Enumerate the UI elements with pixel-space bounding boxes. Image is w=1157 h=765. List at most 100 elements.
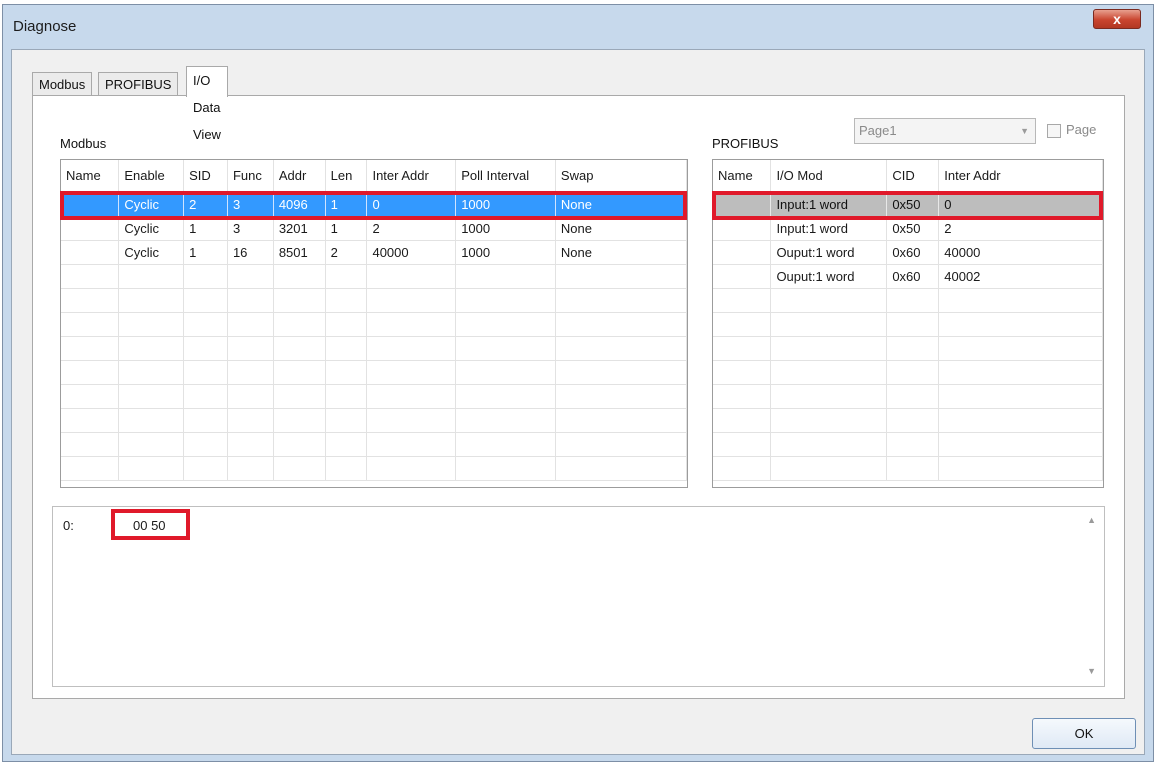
table-cell	[555, 288, 687, 313]
table-cell	[366, 432, 457, 457]
table-row[interactable]: Ouput:1 word 0x60 40000	[713, 240, 1103, 265]
ok-button[interactable]: OK	[1032, 718, 1136, 749]
tab-io-data-view[interactable]: I/O Data View	[186, 66, 228, 142]
table-cell: 1	[183, 240, 228, 265]
table-cell	[118, 312, 185, 337]
table-cell	[555, 384, 687, 409]
column-header[interactable]: Name	[713, 160, 772, 193]
table-cell	[183, 456, 228, 481]
scroll-down-icon[interactable]: ▼	[1087, 666, 1096, 676]
table-cell	[325, 360, 368, 385]
table-cell	[325, 336, 368, 361]
column-header[interactable]: Poll Interval	[455, 160, 556, 193]
table-cell	[183, 360, 228, 385]
empty-row	[61, 408, 687, 433]
close-icon[interactable]: x	[1093, 9, 1141, 29]
table-row[interactable]: Ouput:1 word 0x60 40002	[713, 264, 1103, 289]
title-bar: Diagnose x	[3, 5, 1153, 49]
table-row[interactable]: Input:1 word 0x50 2	[713, 216, 1103, 241]
column-header[interactable]: Swap	[555, 160, 687, 193]
diagnose-window: Diagnose x Modbus PROFIBUS I/O Data View…	[2, 4, 1154, 762]
column-header[interactable]: CID	[886, 160, 940, 193]
table-cell	[770, 312, 888, 337]
tab-profibus[interactable]: PROFIBUS	[98, 72, 179, 96]
column-header[interactable]: Name	[61, 160, 120, 193]
table-cell	[555, 336, 687, 361]
page-select[interactable]: Page1 ▼	[854, 118, 1036, 144]
column-header[interactable]: I/O Mod	[770, 160, 888, 193]
empty-row	[61, 288, 687, 313]
table-cell	[227, 384, 274, 409]
table-cell	[713, 456, 772, 481]
table-cell	[886, 408, 940, 433]
table-cell: 3201	[273, 216, 326, 241]
table-cell: 1	[325, 216, 368, 241]
table-cell	[770, 408, 888, 433]
table-row[interactable]: Cyclic 1 3 3201 1 2 1000 None	[61, 216, 687, 241]
table-row[interactable]: Cyclic 2 3 4096 1 0 1000 None	[61, 192, 687, 217]
column-header[interactable]: Enable	[118, 160, 185, 193]
table-cell	[886, 288, 940, 313]
table-cell	[770, 432, 888, 457]
table-cell: 40002	[938, 264, 1103, 289]
chevron-down-icon[interactable]: ▼	[1020, 119, 1029, 143]
tab-modbus[interactable]: Modbus	[32, 72, 93, 96]
table-cell	[118, 336, 185, 361]
table-cell	[713, 288, 772, 313]
column-header[interactable]: Addr	[273, 160, 326, 193]
table-cell	[366, 288, 457, 313]
table-cell	[770, 360, 888, 385]
table-cell: None	[555, 192, 687, 217]
table-cell	[713, 240, 772, 265]
page-checkbox-label: Page	[1066, 122, 1097, 137]
table-cell	[938, 312, 1103, 337]
empty-row	[713, 432, 1103, 457]
page-checkbox[interactable]	[1047, 124, 1061, 138]
scroll-up-icon[interactable]: ▲	[1087, 515, 1096, 525]
table-cell	[118, 288, 185, 313]
table-cell: Ouput:1 word	[770, 240, 888, 265]
table-cell	[555, 264, 687, 289]
page-select-value: Page1	[859, 123, 897, 138]
column-header[interactable]: SID	[183, 160, 228, 193]
table-cell	[713, 216, 772, 241]
table-cell	[61, 456, 120, 481]
table-cell	[455, 408, 556, 433]
table-cell	[325, 288, 368, 313]
column-header[interactable]: Inter Addr	[938, 160, 1103, 193]
table-cell	[118, 456, 185, 481]
modbus-table[interactable]: Name Enable SID Func Addr Len Inter Addr Poll I…	[60, 159, 688, 488]
column-header[interactable]: Inter Addr	[366, 160, 457, 193]
table-cell	[770, 336, 888, 361]
table-cell	[273, 360, 326, 385]
table-cell	[183, 288, 228, 313]
table-cell	[61, 336, 120, 361]
table-cell	[227, 456, 274, 481]
table-cell: Input:1 word	[770, 192, 888, 217]
table-cell	[886, 312, 940, 337]
table-cell	[273, 336, 326, 361]
table-cell	[366, 264, 457, 289]
table-row[interactable]: Input:1 word 0x50 0	[713, 192, 1103, 217]
column-header[interactable]: Func	[227, 160, 274, 193]
table-cell	[938, 456, 1103, 481]
dialog-body: Modbus PROFIBUS I/O Data View Modbus Nam…	[11, 49, 1145, 755]
table-cell: 1000	[455, 240, 556, 265]
table-cell	[770, 456, 888, 481]
table-cell	[555, 312, 687, 337]
table-row[interactable]: Cyclic 1 16 8501 2 40000 1000 None	[61, 240, 687, 265]
table-cell	[366, 384, 457, 409]
table-cell	[366, 336, 457, 361]
table-cell	[713, 360, 772, 385]
table-cell: 0x50	[886, 216, 940, 241]
table-cell	[938, 432, 1103, 457]
profibus-table[interactable]: Name I/O Mod CID Inter Addr Input:1 word 0x5…	[712, 159, 1104, 488]
table-cell: Cyclic	[118, 240, 185, 265]
table-cell	[227, 288, 274, 313]
table-cell	[455, 264, 556, 289]
profibus-group-label: PROFIBUS	[712, 136, 779, 151]
table-cell	[118, 360, 185, 385]
table-cell	[61, 240, 120, 265]
column-header[interactable]: Len	[325, 160, 368, 193]
data-output-area[interactable]: 0: 00 50 ▲ ▼	[52, 506, 1105, 687]
